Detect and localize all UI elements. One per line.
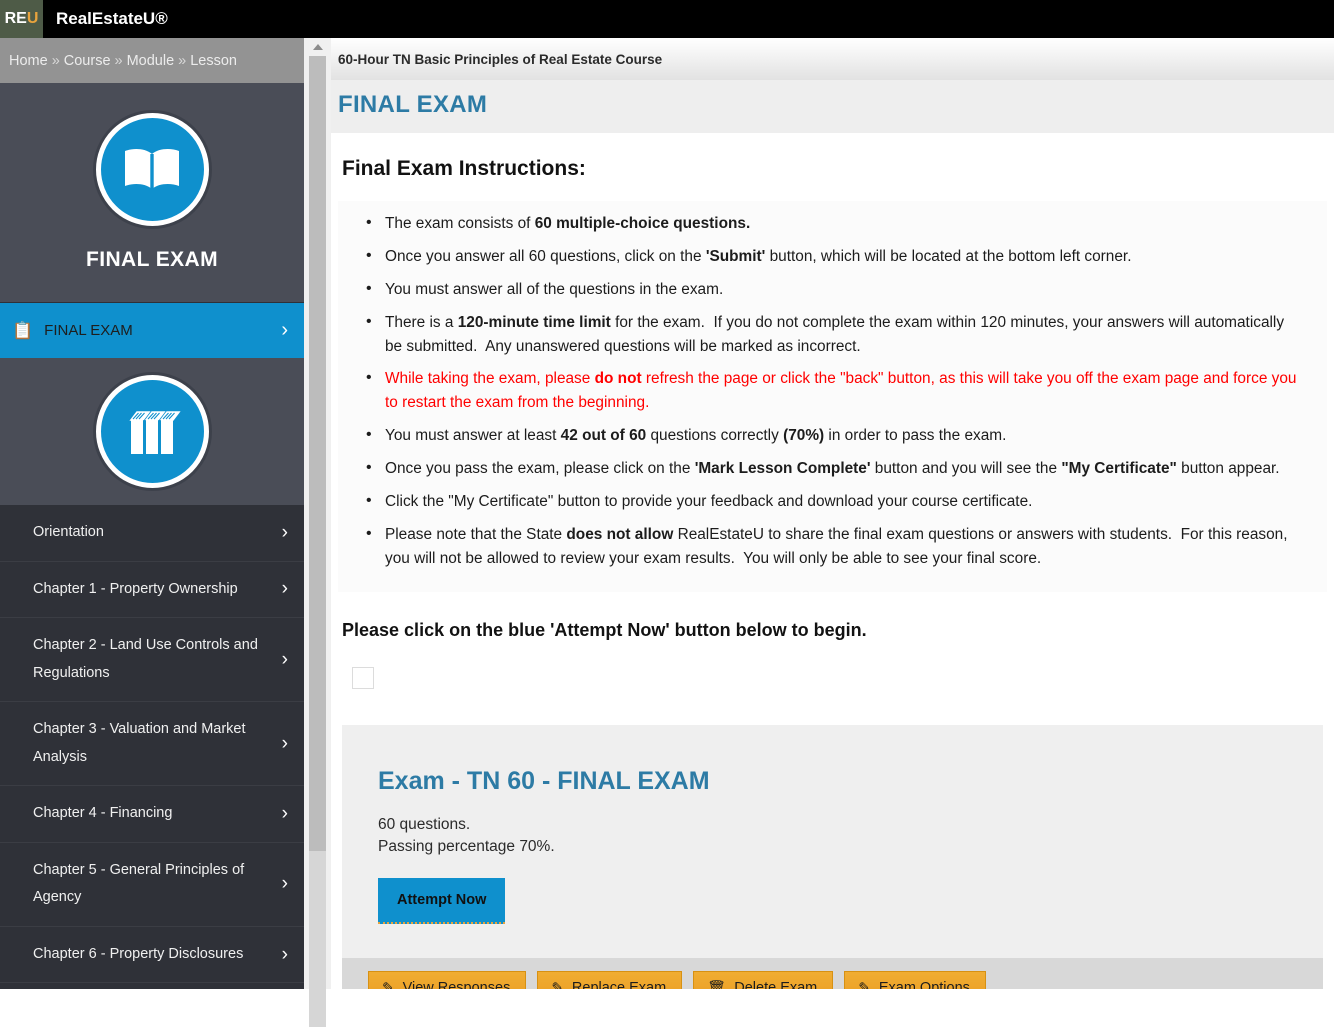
sidebar-nav-item[interactable]: Chapter 2 - Land Use Controls and Regula… <box>0 618 304 703</box>
sidebar-nav-item[interactable]: Orientation › <box>0 505 304 562</box>
action-button-label: View Responses <box>402 980 511 989</box>
breadcrumb-item-module[interactable]: Module <box>127 53 175 69</box>
logo-initials-re: RE <box>4 10 27 27</box>
edit-icon: ✎ <box>858 979 871 989</box>
chevron-right-icon: › <box>281 732 288 754</box>
logo-initials-u: U <box>26 10 39 27</box>
action-button-label: Replace Exam <box>571 980 667 989</box>
action-button-label: Exam Options <box>878 980 970 989</box>
sidebar-nav-item-label: Orientation <box>33 524 104 540</box>
exam-question-count: 60 questions. <box>378 815 471 833</box>
scrollbar-thumb[interactable] <box>309 56 326 851</box>
instruction-item: You must answer all of the questions in … <box>366 277 1305 302</box>
chevron-right-icon: › <box>281 648 288 670</box>
instruction-item: Once you answer all 60 questions, click … <box>366 244 1305 269</box>
lesson-hero: FINAL EXAM <box>0 83 304 302</box>
replace-exam-button[interactable]: ✎ Replace Exam <box>537 971 683 989</box>
breadcrumb-separator: » <box>51 52 60 69</box>
view-responses-button[interactable]: ✎ View Responses <box>368 971 527 989</box>
chevron-right-icon: › <box>281 319 288 341</box>
breadcrumb-item-course[interactable]: Course <box>64 53 111 69</box>
sidebar-scrollbar[interactable] <box>304 38 331 1027</box>
chevron-right-icon: › <box>281 873 288 895</box>
sidebar-nav-item[interactable]: Chapter 6 - Property Disclosures › <box>0 926 304 984</box>
breadcrumb-separator: » <box>114 52 123 69</box>
edit-icon: ✎ <box>382 979 395 989</box>
sidebar-nav-item[interactable]: Chapter 1 - Property Ownership › <box>0 561 304 619</box>
exam-passing-percentage: Passing percentage 70%. <box>378 837 555 855</box>
clipboard-icon: 📋 <box>12 320 34 340</box>
chevron-right-icon: › <box>281 943 288 965</box>
instructions-heading: Final Exam Instructions: <box>342 157 586 180</box>
breadcrumb: Home » Course » Module » Lesson <box>0 38 304 83</box>
chevron-right-icon: › <box>281 521 288 543</box>
module-hero <box>0 358 304 505</box>
chevron-right-icon: › <box>281 803 288 825</box>
lesson-hero-title: FINAL EXAM <box>86 248 218 271</box>
sidebar-nav-item-label: Chapter 2 - Land Use Controls and Regula… <box>33 637 258 681</box>
sidebar-item-final-exam[interactable]: 📋 FINAL EXAM › <box>0 302 304 358</box>
action-button-label: Delete Exam <box>734 980 818 989</box>
brand-logo-mark[interactable]: RE U <box>0 0 43 38</box>
course-title-bar: 60-Hour TN Basic Principles of Real Esta… <box>331 38 1334 80</box>
instruction-item: Please note that the State does not allo… <box>366 522 1305 571</box>
page-title: FINAL EXAM <box>338 91 488 118</box>
page-title-bar: FINAL EXAM <box>331 80 1334 133</box>
placeholder-box <box>352 666 374 689</box>
sidebar-nav-item[interactable]: Chapter 5 - General Principles of Agency… <box>0 842 304 927</box>
delete-exam-button[interactable]: 🗑 Delete Exam <box>693 971 834 989</box>
chevron-right-icon: › <box>281 578 288 600</box>
sidebar-nav-item-label: Chapter 3 - Valuation and Market Analysi… <box>33 721 246 765</box>
open-book-icon <box>95 113 209 226</box>
instruction-item: There is a 120-minute time limit for the… <box>366 310 1305 359</box>
breadcrumb-separator: » <box>178 52 187 69</box>
content-body: Final Exam Instructions: The exam consis… <box>331 157 1334 989</box>
exam-card: Exam - TN 60 - FINAL EXAM 60 questions. … <box>342 724 1323 959</box>
books-icon <box>95 375 209 488</box>
sidebar-nav-item[interactable]: Chapter 3 - Valuation and Market Analysi… <box>0 702 304 787</box>
exam-actions-toolbar: ✎ View Responses ✎ Replace Exam 🗑 Delete Exam… <box>342 958 1323 989</box>
left-sidebar: Home » Course » Module » Lesson FINAL EX… <box>0 38 304 989</box>
instruction-item: Click the "My Certificate" button to pro… <box>366 489 1305 514</box>
course-title: 60-Hour TN Basic Principles of Real Esta… <box>338 51 663 67</box>
exam-card-title: Exam - TN 60 - FINAL EXAM <box>378 766 710 795</box>
main-content: 60-Hour TN Basic Principles of Real Esta… <box>331 38 1334 989</box>
sidebar-nav-item-label: Chapter 1 - Property Ownership <box>33 580 238 597</box>
instruction-item: Once you pass the exam, please click on … <box>366 456 1305 481</box>
instruction-item: While taking the exam, please do not ref… <box>366 366 1305 415</box>
sidebar-item-label: FINAL EXAM <box>44 322 133 339</box>
top-bar: RE U RealEstateU® <box>0 0 1334 38</box>
scroll-up-arrow-icon[interactable] <box>304 38 331 55</box>
edit-icon: ✎ <box>551 979 564 989</box>
sidebar-nav-list: Orientation › Chapter 1 - Property Ownersh… <box>0 505 304 984</box>
sidebar-nav-item-label: Chapter 5 - General Principles of Agency <box>33 861 245 906</box>
exam-options-button[interactable]: ✎ Exam Options <box>844 971 986 989</box>
sidebar-nav-item-label: Chapter 4 - Financing <box>33 805 173 822</box>
sidebar-nav-item[interactable]: Chapter 4 - Financing › <box>0 786 304 843</box>
begin-note: Please click on the blue 'Attempt Now' b… <box>342 619 867 640</box>
sidebar-nav-item-label: Chapter 6 - Property Disclosures <box>33 945 244 962</box>
instructions-panel: The exam consists of 60 multiple-choice … <box>338 201 1327 592</box>
breadcrumb-item-home[interactable]: Home <box>9 53 48 69</box>
instruction-item: The exam consists of 60 multiple-choice … <box>366 211 1305 236</box>
attempt-now-button[interactable]: Attempt Now <box>378 878 506 925</box>
instruction-item: You must answer at least 42 out of 60 qu… <box>366 423 1305 448</box>
trash-icon: 🗑 <box>707 979 727 989</box>
instructions-list: The exam consists of 60 multiple-choice … <box>338 211 1327 571</box>
scrollbar-track[interactable] <box>309 851 326 1027</box>
brand-name[interactable]: RealEstateU® <box>56 9 168 29</box>
breadcrumb-item-lesson[interactable]: Lesson <box>190 53 237 69</box>
